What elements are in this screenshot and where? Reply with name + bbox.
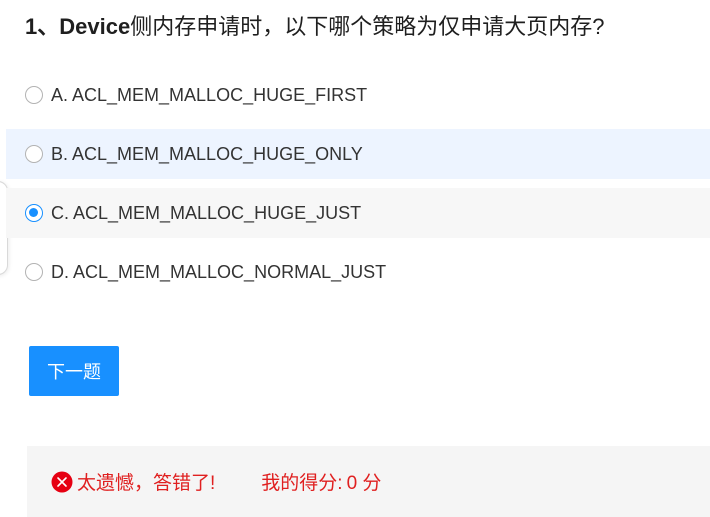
question-text-prefix: Device (59, 14, 131, 39)
result-message: 太遗憾，答错了! (77, 473, 216, 494)
radio-button-b[interactable] (25, 145, 43, 163)
option-a[interactable]: A. ACL_MEM_MALLOC_HUGE_FIRST (6, 70, 710, 120)
radio-button-d[interactable] (25, 263, 43, 281)
option-d-label: D. ACL_MEM_MALLOC_NORMAL_JUST (51, 261, 387, 282)
score-label: 我的得分: (261, 473, 343, 494)
next-question-button[interactable]: 下一题 (29, 346, 119, 396)
error-x-icon (51, 471, 73, 492)
option-c[interactable]: C. ACL_MEM_MALLOC_HUGE_JUST (6, 188, 710, 238)
option-c-label: C. ACL_MEM_MALLOC_HUGE_JUST (51, 202, 362, 223)
radio-button-c[interactable] (25, 204, 43, 222)
radio-button-a[interactable] (25, 86, 43, 104)
score-value: 0 分 (346, 473, 382, 494)
result-panel: 太遗憾，答错了! 我的得分: 0 分 (27, 446, 710, 517)
option-d[interactable]: D. ACL_MEM_MALLOC_NORMAL_JUST (6, 247, 710, 297)
question-number: 1、 (25, 14, 60, 39)
question-title: 1、Device侧内存申请时，以下哪个策略为仅申请大页内存? (25, 12, 604, 42)
option-a-label: A. ACL_MEM_MALLOC_HUGE_FIRST (51, 84, 368, 105)
option-b-label: B. ACL_MEM_MALLOC_HUGE_ONLY (51, 143, 363, 164)
quiz-page: 1、Device侧内存申请时，以下哪个策略为仅申请大页内存? A. ACL_ME… (0, 0, 710, 517)
option-b[interactable]: B. ACL_MEM_MALLOC_HUGE_ONLY (6, 129, 710, 179)
question-text: 侧内存申请时，以下哪个策略为仅申请大页内存? (130, 14, 605, 39)
